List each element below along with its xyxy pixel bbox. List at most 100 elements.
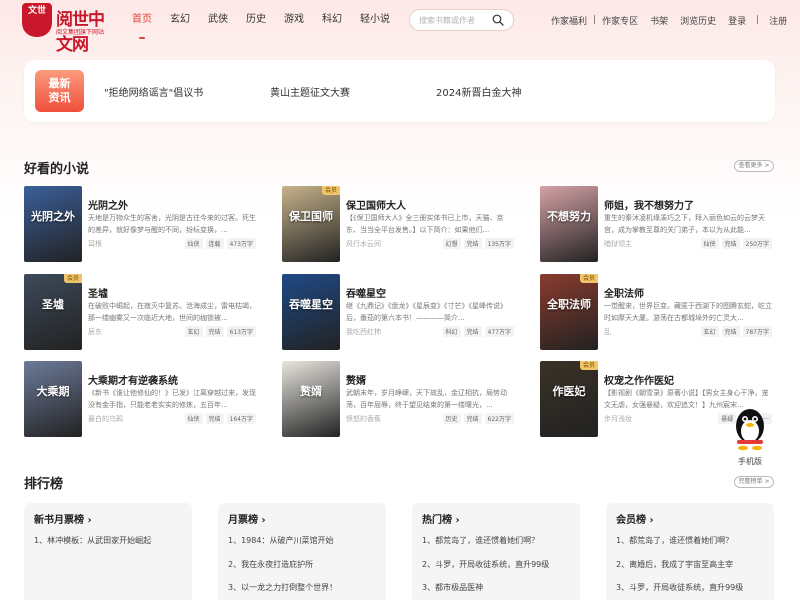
book-cover[interactable]: 保卫国师 会员	[282, 186, 340, 262]
book-title[interactable]: 权宠之作作医妃	[604, 372, 674, 387]
view-more-button[interactable]: 查看更多 >	[734, 160, 774, 172]
book-author[interactable]: 步月浅妆	[604, 414, 632, 424]
book-author[interactable]: 风行水云间	[346, 239, 381, 249]
site-logo[interactable]: 文世 阅世中文网 阅文集团旗下网站	[22, 3, 118, 55]
author-zone-link[interactable]: 作家专区	[602, 14, 638, 27]
search-box	[409, 9, 514, 31]
book-description: 【《保卫国师大人》全三册实体书已上市，天猫、京东、当当全平台发售。】以下简介：如…	[346, 214, 504, 234]
ranking-title[interactable]: 月票榜 ›	[228, 511, 266, 526]
nav-item-games[interactable]: 游戏	[284, 0, 304, 40]
book-cover[interactable]: 全职法师 会员	[540, 274, 598, 350]
book-title[interactable]: 光阴之外	[88, 197, 128, 212]
ranking-title[interactable]: 会员榜 ›	[616, 511, 654, 526]
search-input[interactable]	[419, 14, 489, 27]
ranking-item[interactable]: 3、斗罗，开局收徒系统，直升99级	[616, 582, 743, 593]
ranking-card: 热门榜 › 1、都荒岛了，谁还惯着她们啊？ 2、斗罗，开局收徒系统，直升99级 …	[412, 503, 580, 600]
news-link[interactable]: 黄山主题征文大赛	[270, 84, 350, 99]
book-cover[interactable]: 大乘期	[24, 361, 82, 437]
ranking-title-text: 会员榜	[616, 515, 646, 526]
ranking-card: 新书月票榜 › 1、林冲模板：从武田家开始崛起	[24, 503, 192, 600]
divider: |	[756, 15, 760, 25]
ranking-item[interactable]: 1、1984：从破产川菜馆开始	[228, 535, 333, 546]
ranking-title-text: 新书月票榜	[34, 515, 84, 526]
book-cover[interactable]: 不想努力	[540, 186, 598, 262]
book-card[interactable]: 赘婿 赘婿 武朝末年，岁月峥嵘，天下故乱，金辽相抗，局势动荡，百年屈辱，终于望见结束…	[282, 361, 522, 439]
book-tag: 科幻	[442, 326, 461, 337]
book-tags: 玄幻 完结 613万字	[182, 326, 256, 337]
news-badge: 最新资讯	[35, 70, 84, 112]
book-author[interactable]: 辰东	[88, 327, 102, 337]
book-author[interactable]: 最白的乌鸦	[88, 414, 123, 424]
book-cover[interactable]: 圣墟 会员	[24, 274, 82, 350]
search-icon[interactable]	[492, 14, 504, 26]
ranking-card: 会员榜 › 1、都荒岛了，谁还惯着她们啊？ 2、离婚后，我成了宇宙至高主宰 3、…	[606, 503, 774, 600]
book-author[interactable]: 我吃西红柿	[346, 327, 381, 337]
bookshelf-link[interactable]: 书架	[650, 14, 668, 27]
book-author[interactable]: 乱	[604, 327, 611, 337]
book-cover[interactable]: 赘婿	[282, 361, 340, 437]
book-tag: 787万字	[742, 326, 772, 337]
book-tag: 135万字	[484, 238, 514, 249]
book-author[interactable]: 愤怒的香蕉	[346, 414, 381, 424]
vip-badge: 会员	[580, 361, 598, 370]
book-title[interactable]: 保卫国师大人	[346, 197, 406, 212]
book-card[interactable]: 不想努力 师姐，我不想努力了 重生的秦沐凌机缘凑巧之下，拜入丽色如云的云梦天宫，成为…	[540, 186, 780, 264]
book-description: 一觉醒来，世界巨变。藏匿于西湖下的图腾玄蛇，屹立时如摩天大厦。游荡在古都城垛外的…	[604, 302, 772, 322]
book-cover[interactable]: 吞噬星空	[282, 274, 340, 350]
news-banner: 最新资讯 "拒绝网络谣言"倡议书 黄山主题征文大赛 2024新晋白金大神	[24, 60, 775, 122]
book-tag: 仙侠	[184, 413, 203, 424]
book-card[interactable]: 保卫国师 会员 保卫国师大人【《保卫国师大人》全三册实体书已上市，天猫、京东、当当全…	[282, 186, 522, 264]
book-tags: 玄幻 完结 787万字	[698, 326, 772, 337]
book-tag: 历史	[442, 413, 461, 424]
book-cover[interactable]: 光阴之外	[24, 186, 82, 262]
nav-item-xuanhuan[interactable]: 玄幻	[170, 0, 190, 40]
news-link[interactable]: "拒绝网络谣言"倡议书	[104, 84, 203, 99]
book-tag: 仙侠	[700, 238, 719, 249]
nav-item-light-novel[interactable]: 轻小说	[360, 0, 390, 40]
book-card[interactable]: 圣墟 会员 圣墟 在破败中崛起，在寂灭中复苏。沧海成尘，雷电枯竭，那一缕幽雾又一次临近…	[24, 274, 264, 352]
book-author[interactable]: 耳根	[88, 239, 102, 249]
book-title[interactable]: 赘婿	[346, 372, 366, 387]
book-card[interactable]: 全职法师 会员 全职法师一觉醒来，世界巨变。藏匿于西湖下的图腾玄蛇，屹立时如摩天大厦…	[540, 274, 780, 352]
ranking-item[interactable]: 2、离婚后，我成了宇宙至高主宰	[616, 559, 733, 570]
book-tag: 完结	[205, 326, 224, 337]
book-card[interactable]: 吞噬星空 吞噬星空 继《九鼎记》《盘龙》《星辰变》《寸芒》《星峰传说》后，番茄的第六…	[282, 274, 522, 352]
nav-item-home[interactable]: 首页	[132, 0, 152, 40]
vip-badge: 会员	[64, 274, 82, 283]
ranking-item[interactable]: 2、我在永夜打造庇护所	[228, 559, 313, 570]
book-title[interactable]: 圣墟	[88, 285, 108, 300]
login-link[interactable]: 登录	[728, 14, 746, 27]
ranking-item[interactable]: 2、斗罗，开局收徒系统，直升99级	[422, 559, 549, 570]
book-title[interactable]: 师姐，我不想努力了	[604, 197, 694, 212]
ranking-item[interactable]: 1、都荒岛了，谁还惯着她们啊？	[422, 535, 539, 546]
history-link[interactable]: 浏览历史	[680, 14, 716, 27]
book-card[interactable]: 光阴之外 光阴之外 天地是万物众生的客舍，光阴是古往今来的过客。死生的差异，就好像梦…	[24, 186, 264, 264]
book-title[interactable]: 大乘期才有逆袭系统	[88, 372, 178, 387]
book-title[interactable]: 全职法师	[604, 285, 644, 300]
ranking-item[interactable]: 3、都市极品医神	[422, 582, 483, 593]
book-author[interactable]: 暗狱领主	[604, 239, 632, 249]
book-card[interactable]: 大乘期 大乘期才有逆袭系统《新书《谁让他修仙的！》已发》江离穿越过来，发现没有金手…	[24, 361, 264, 439]
ranking-title[interactable]: 新书月票榜 ›	[34, 511, 92, 526]
author-welfare-link[interactable]: 作家福利	[551, 14, 587, 27]
ranking-card: 月票榜 › 1、1984：从破产川菜馆开始 2、我在永夜打造庇护所 3、以一龙之…	[218, 503, 386, 600]
nav-item-history[interactable]: 历史	[246, 0, 266, 40]
book-description: 《新书《谁让他修仙的！》已发》江离穿越过来，发现没有金手指，只能老老实实的修炼，…	[88, 389, 256, 409]
nav-item-wuxia[interactable]: 武侠	[208, 0, 228, 40]
full-rankings-button[interactable]: 完整榜单 >	[734, 476, 774, 488]
nav-item-scifi[interactable]: 科幻	[322, 0, 342, 40]
ranking-item[interactable]: 1、都荒岛了，谁还惯着她们啊？	[616, 535, 733, 546]
book-cover[interactable]: 作医妃 会员	[540, 361, 598, 437]
ranking-item[interactable]: 3、以一龙之力打倒整个世界！	[228, 582, 337, 593]
book-title[interactable]: 吞噬星空	[346, 285, 386, 300]
ranking-title[interactable]: 热门榜 ›	[422, 511, 460, 526]
logo-subtitle: 阅文集团旗下网站	[56, 29, 105, 36]
mobile-label: 手机版	[738, 457, 762, 466]
ranking-title-text: 月票榜	[228, 515, 258, 526]
book-description: 天地是万物众生的客舍，光阴是古往今来的过客。死生的差异，就好像梦与醒的不同，纷纭…	[88, 214, 256, 234]
book-tag: 完结	[721, 238, 740, 249]
ranking-item[interactable]: 1、林冲模板：从武田家开始崛起	[34, 535, 151, 546]
register-link[interactable]: 注册	[769, 14, 787, 27]
news-link[interactable]: 2024新晋白金大神	[436, 84, 521, 99]
mobile-version-link[interactable]: 手机版	[728, 400, 772, 470]
